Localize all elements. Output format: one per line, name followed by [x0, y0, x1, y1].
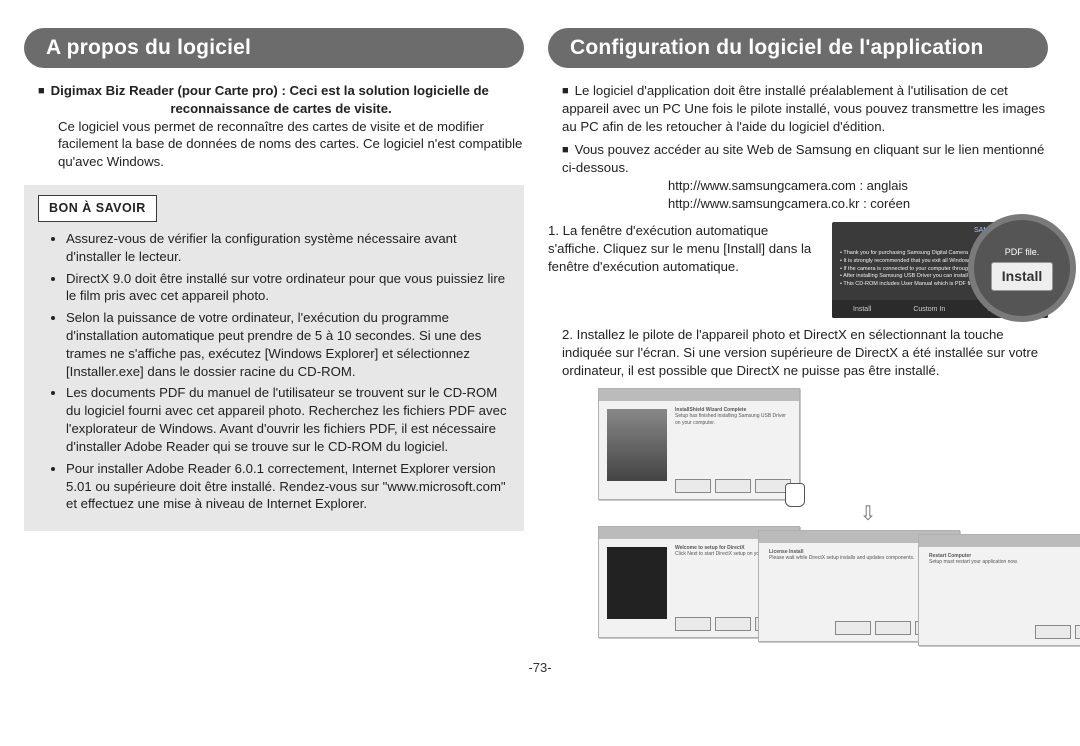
install-screenshot-row: Welcome to setup for DirectX Click Next … — [598, 526, 1048, 646]
autorun-menu-install: Install — [853, 305, 871, 314]
digimax-section: Digimax Biz Reader (pour Carte pro) : Ce… — [24, 82, 524, 171]
page-number: -73- — [0, 660, 1080, 675]
wizard-title-3: License Install — [769, 549, 803, 555]
right-title-pill: Configuration du logiciel de l'applicati… — [548, 28, 1048, 68]
directx-restart-screenshot: Restart Computer Setup must restart your… — [918, 534, 1080, 646]
bon-bullet: Pour installer Adobe Reader 6.0.1 correc… — [66, 460, 510, 513]
wizard-title-1: InstallShield Wizard Complete — [675, 407, 746, 413]
step-1-row: 1. La fenêtre d'exécution automatique s'… — [548, 222, 1048, 318]
autorun-screenshot-wrap: SAMSUNG DIGITAL • Thank you for purchasi… — [832, 222, 1048, 318]
magnifier-icon: PDF file. Install — [968, 214, 1076, 322]
right-intro-bullet: Vous pouvez accéder au site Web de Samsu… — [562, 141, 1048, 177]
url-korean: http://www.samsungcamera.co.kr : coréen — [668, 195, 1048, 213]
bon-a-savoir-box: BON À SAVOIR Assurez-vous de vérifier la… — [24, 185, 524, 531]
left-column: A propos du logiciel Digimax Biz Reader … — [24, 28, 524, 646]
digimax-body-text: Ce logiciel vous permet de reconnaître d… — [38, 118, 524, 171]
bon-a-savoir-list: Assurez-vous de vérifier la configuratio… — [38, 230, 510, 513]
bon-bullet: Assurez-vous de vérifier la configuratio… — [66, 230, 510, 266]
wizard-title-4: Restart Computer — [929, 553, 971, 559]
autorun-bullets: • Thank you for purchasing Samsung Digit… — [840, 250, 974, 288]
right-intro-bullet: Le logiciel d'application doit être inst… — [562, 82, 1048, 135]
left-title-pill: A propos du logiciel — [24, 28, 524, 68]
bon-bullet: DirectX 9.0 doit être installé sur votre… — [66, 270, 510, 306]
magnifier-install-button: Install — [991, 262, 1053, 291]
installshield-screenshot-1: InstallShield Wizard Complete Setup has … — [598, 388, 800, 500]
url-block: http://www.samsungcamera.com : anglais h… — [548, 177, 1048, 212]
bon-a-savoir-label: BON À SAVOIR — [38, 195, 157, 222]
bon-bullet: Les documents PDF du manuel de l'utilisa… — [66, 384, 510, 455]
arrow-down-icon: ⇩ — [688, 504, 1048, 524]
digimax-heading-line2: reconnaissance de cartes de visite. — [38, 100, 524, 118]
digimax-heading-line1: Digimax Biz Reader (pour Carte pro) : Ce… — [38, 83, 489, 98]
magnifier-pdf-label: PDF file. — [1005, 246, 1040, 258]
right-column: Configuration du logiciel de l'applicati… — [548, 28, 1048, 646]
step-1-text: 1. La fenêtre d'exécution automatique s'… — [548, 222, 822, 275]
bon-bullet: Selon la puissance de votre ordinateur, … — [66, 309, 510, 380]
autorun-menu-custom: Custom In — [913, 305, 945, 314]
url-english: http://www.samsungcamera.com : anglais — [668, 177, 1048, 195]
cursor-icon — [785, 483, 805, 507]
step-2-text: 2. Installez le pilote de l'appareil pho… — [548, 326, 1048, 379]
wizard-title-2: Welcome to setup for DirectX — [675, 545, 745, 551]
